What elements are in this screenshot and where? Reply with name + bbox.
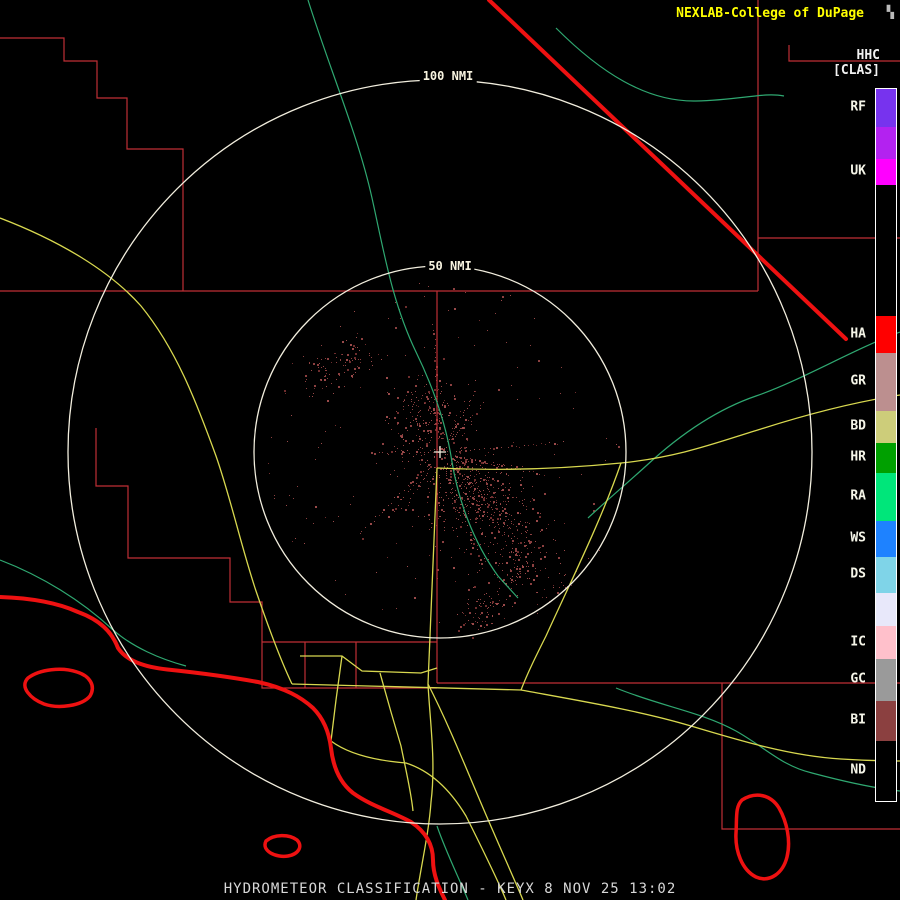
legend-label-ra: RA (850, 489, 866, 504)
legend-swatch-ra (876, 473, 896, 521)
legend-colorbar (875, 88, 897, 802)
legend-swatch-bi (876, 701, 896, 741)
radar-display: 100 NMI 50 NMI NEXLAB-College of DuPage … (0, 0, 900, 900)
cod-logo-icon: ▚ (887, 5, 894, 19)
legend-label-gc: GC (850, 672, 866, 687)
range-ring-label-100nmi: 100 NMI (420, 69, 477, 83)
legend-swatch-gr (876, 353, 896, 411)
legend-swatch (876, 593, 896, 626)
legend-label-ha: HA (850, 326, 866, 341)
legend-swatch-uk (876, 159, 896, 185)
legend-swatch (876, 185, 896, 316)
product-code: HHC (833, 48, 880, 63)
legend-swatch-gc (876, 659, 896, 701)
state-border-line (489, 0, 846, 339)
legend-swatch-hr (876, 443, 896, 473)
radar-echoes (268, 283, 620, 639)
rivers (0, 0, 900, 900)
range-ring-label-50nmi: 50 NMI (425, 259, 474, 273)
legend-label-ds: DS (850, 567, 866, 582)
product-info: HHC [CLAS] (833, 48, 880, 78)
legend-label-hr: HR (850, 450, 866, 465)
radar-map (0, 0, 900, 900)
legend-swatch-bd (876, 411, 896, 443)
legend-label-bi: BI (850, 713, 866, 728)
site-title: NEXLAB-College of DuPage (676, 6, 864, 21)
legend-swatch-rf (876, 89, 896, 127)
legend-label-nd: ND (850, 763, 866, 778)
legend-swatch-ha (876, 316, 896, 353)
legend-label-rf: RF (850, 100, 866, 115)
legend-label-ic: IC (850, 634, 866, 649)
product-mode: [CLAS] (833, 63, 880, 78)
legend-label-uk: UK (850, 164, 866, 179)
legend-label-gr: GR (850, 374, 866, 389)
county-borders (0, 0, 900, 829)
range-rings (68, 80, 812, 824)
legend-swatch (876, 127, 896, 159)
legend-swatch-ws (876, 521, 896, 557)
status-line: HYDROMETEOR CLASSIFICATION - KEYX 8 NOV … (224, 881, 677, 897)
legend-label-ws: WS (850, 531, 866, 546)
legend-labels: RF UK HA GR BD HR RA WS DS IC GC BI ND (832, 88, 866, 800)
legend-swatch-nd (876, 741, 896, 801)
legend-swatch-ds (876, 557, 896, 593)
radar-center-marker (434, 446, 446, 458)
legend-swatch-ic (876, 626, 896, 659)
legend-label-bd: BD (850, 419, 866, 434)
